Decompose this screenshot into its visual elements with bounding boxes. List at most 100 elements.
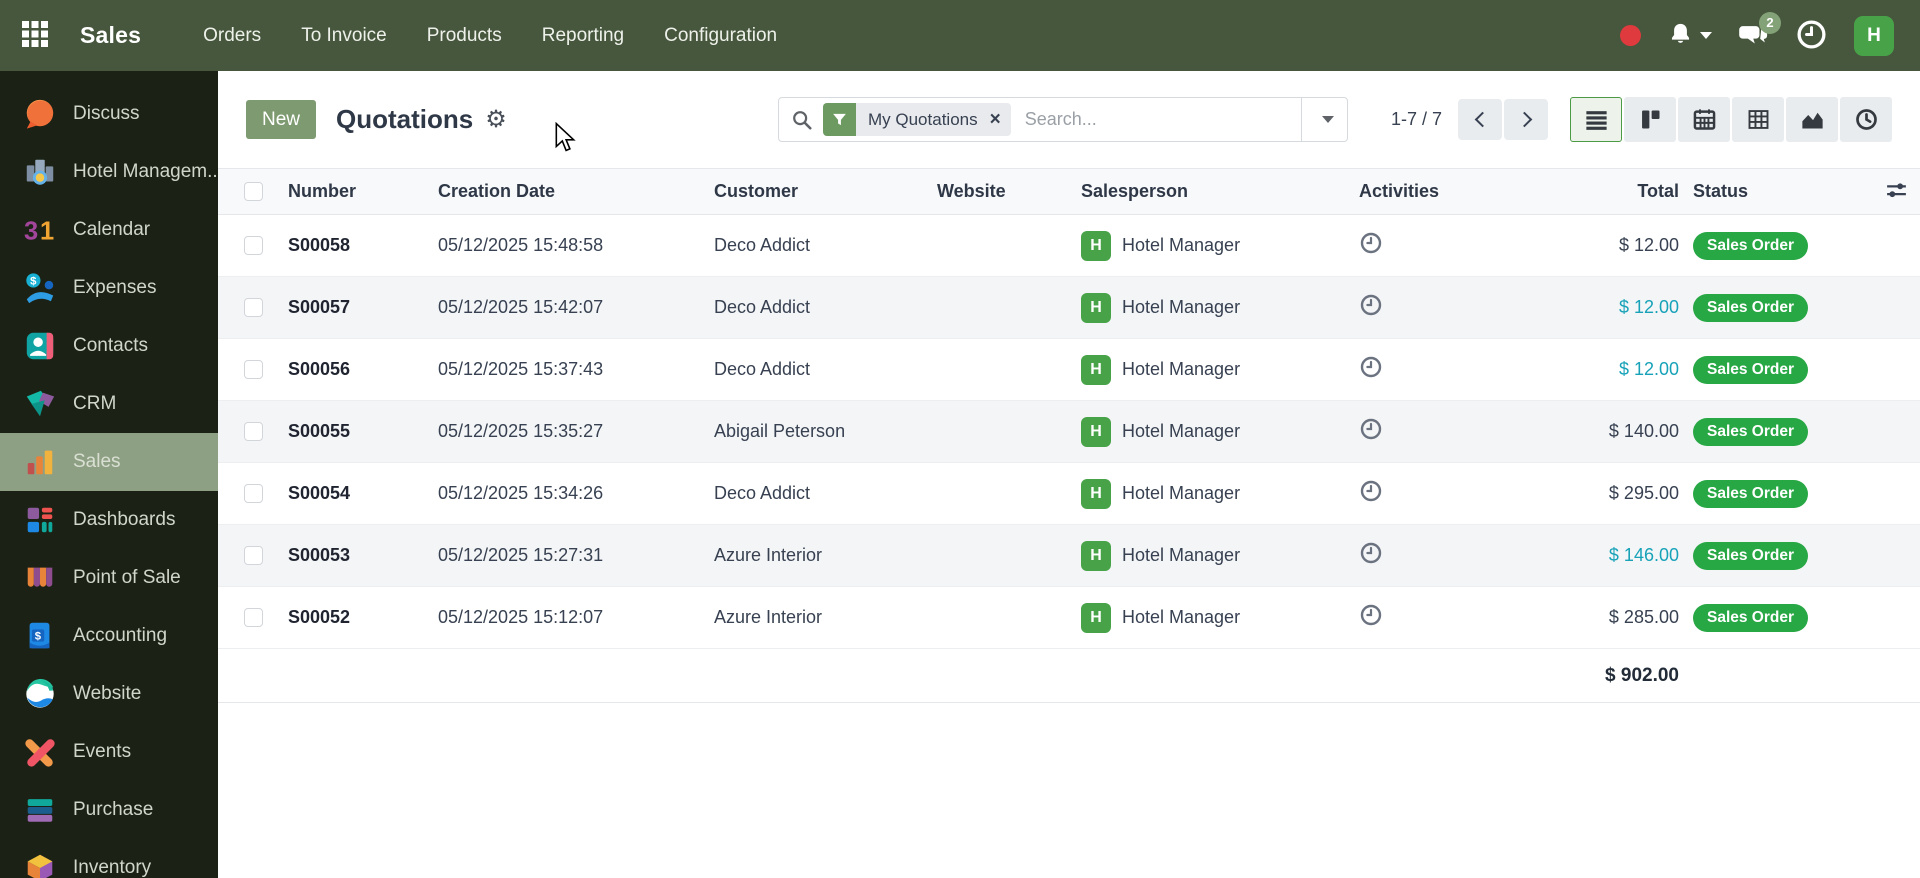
- view-switcher: [1570, 97, 1892, 142]
- status-badge: Sales Order: [1693, 541, 1809, 570]
- website-cell: [937, 587, 1081, 648]
- sidebar-item-dashboards[interactable]: Dashboards: [0, 491, 218, 549]
- table-row[interactable]: S00054 05/12/2025 15:34:26 Deco Addict H…: [218, 463, 1920, 525]
- schedule-activity-clock-icon[interactable]: [1359, 293, 1383, 322]
- pager-previous-button[interactable]: [1458, 99, 1502, 140]
- table-row[interactable]: S00052 05/12/2025 15:12:07 Azure Interio…: [218, 587, 1920, 649]
- row-checkbox[interactable]: [244, 546, 263, 565]
- sidebar-item-discuss[interactable]: Discuss: [0, 85, 218, 143]
- expenses-icon: $: [22, 270, 58, 306]
- sidebar-item-contacts[interactable]: Contacts: [0, 317, 218, 375]
- sidebar-item-accounting[interactable]: $ Accounting: [0, 607, 218, 665]
- notifications-button[interactable]: [1667, 21, 1712, 51]
- schedule-activity-clock-icon[interactable]: [1359, 603, 1383, 632]
- column-header-number[interactable]: Number: [288, 181, 438, 202]
- website-icon: [22, 676, 58, 712]
- column-header-activities[interactable]: Activities: [1347, 181, 1497, 202]
- sidebar-item-hotel-managem[interactable]: Hotel Managem...: [0, 143, 218, 201]
- status-badge: Sales Order: [1693, 231, 1809, 260]
- sidebar-item-purchase[interactable]: Purchase: [0, 781, 218, 839]
- schedule-activity-clock-icon[interactable]: [1359, 231, 1383, 260]
- menu-reporting[interactable]: Reporting: [528, 17, 638, 55]
- filter-facet[interactable]: My Quotations ×: [823, 103, 1011, 136]
- table-row[interactable]: S00053 05/12/2025 15:27:31 Azure Interio…: [218, 525, 1920, 587]
- messages-button[interactable]: 2: [1738, 11, 1781, 52]
- select-all-checkbox[interactable]: [244, 182, 263, 201]
- column-header-status[interactable]: Status: [1679, 181, 1873, 202]
- menu-configuration[interactable]: Configuration: [650, 17, 791, 55]
- total-amount: $ 140.00: [1608, 421, 1679, 441]
- website-cell: [937, 277, 1081, 338]
- optional-columns-button[interactable]: [1884, 178, 1909, 206]
- total-amount: $ 146.00: [1608, 545, 1679, 565]
- menu-orders[interactable]: Orders: [189, 17, 275, 55]
- events-icon: [22, 734, 58, 770]
- remove-filter-button[interactable]: ×: [988, 110, 1011, 129]
- salesperson-avatar: H: [1081, 540, 1111, 571]
- new-button[interactable]: New: [246, 100, 316, 139]
- gear-icon[interactable]: ⚙: [485, 107, 507, 132]
- svg-text:3: 3: [24, 217, 38, 245]
- sidebar-item-events[interactable]: Events: [0, 723, 218, 781]
- pager-next-button[interactable]: [1504, 99, 1548, 140]
- salesperson-name: Hotel Manager: [1122, 297, 1241, 317]
- schedule-activity-clock-icon[interactable]: [1359, 417, 1383, 446]
- sidebar-item-crm[interactable]: CRM: [0, 375, 218, 433]
- row-checkbox[interactable]: [244, 484, 263, 503]
- column-header-customer[interactable]: Customer: [714, 181, 937, 202]
- pivot-view-button[interactable]: [1732, 97, 1784, 142]
- calendar-view-button[interactable]: [1678, 97, 1730, 142]
- user-avatar[interactable]: H: [1854, 15, 1894, 56]
- column-header-creation-date[interactable]: Creation Date: [438, 181, 714, 202]
- search-bar[interactable]: My Quotations ×: [778, 97, 1348, 142]
- search-options-toggle[interactable]: [1301, 98, 1347, 141]
- column-header-salesperson[interactable]: Salesperson: [1081, 181, 1347, 202]
- sidebar-item-inventory[interactable]: Inventory: [0, 839, 218, 878]
- salesperson-avatar: H: [1081, 416, 1111, 447]
- row-checkbox[interactable]: [244, 422, 263, 441]
- salesperson-avatar: H: [1081, 478, 1111, 509]
- table-row[interactable]: S00055 05/12/2025 15:35:27 Abigail Peter…: [218, 401, 1920, 463]
- column-header-total[interactable]: Total: [1497, 181, 1679, 202]
- sidebar-item-website[interactable]: Website: [0, 665, 218, 723]
- customer-name: Abigail Peterson: [714, 421, 846, 441]
- quotation-number: S00055: [288, 421, 351, 441]
- row-checkbox[interactable]: [244, 608, 263, 627]
- app-menus: Orders To Invoice Products Reporting Con…: [189, 17, 791, 55]
- kanban-view-button[interactable]: [1624, 97, 1676, 142]
- column-header-website[interactable]: Website: [937, 181, 1081, 202]
- list-view-button[interactable]: [1570, 97, 1622, 142]
- sidebar-item-expenses[interactable]: $ Expenses: [0, 259, 218, 317]
- total-amount: $ 12.00: [1618, 235, 1679, 255]
- table-footer-row: $ 902.00: [218, 649, 1920, 703]
- sidebar-item-sales[interactable]: Sales: [0, 433, 218, 491]
- schedule-activity-clock-icon[interactable]: [1359, 355, 1383, 384]
- table-row[interactable]: S00057 05/12/2025 15:42:07 Deco Addict H…: [218, 277, 1920, 339]
- row-checkbox[interactable]: [244, 236, 263, 255]
- schedule-activity-clock-icon[interactable]: [1359, 479, 1383, 508]
- salesperson-name: Hotel Manager: [1122, 235, 1241, 255]
- row-checkbox[interactable]: [244, 360, 263, 379]
- table-body: S00058 05/12/2025 15:48:58 Deco Addict H…: [218, 215, 1920, 649]
- search-input[interactable]: [1010, 109, 1301, 130]
- menu-to-invoice[interactable]: To Invoice: [287, 17, 401, 55]
- contacts-icon: [22, 328, 58, 364]
- schedule-activity-clock-icon[interactable]: [1359, 541, 1383, 570]
- quotation-number: S00054: [288, 483, 351, 503]
- table-row[interactable]: S00058 05/12/2025 15:48:58 Deco Addict H…: [218, 215, 1920, 277]
- apps-menu-button[interactable]: [0, 0, 70, 71]
- filter-funnel-icon: [823, 103, 856, 136]
- activity-view-button[interactable]: [1840, 97, 1892, 142]
- customer-name: Deco Addict: [714, 359, 811, 379]
- graph-view-button[interactable]: [1786, 97, 1838, 142]
- row-checkbox[interactable]: [244, 298, 263, 317]
- table-row[interactable]: S00056 05/12/2025 15:37:43 Deco Addict H…: [218, 339, 1920, 401]
- bell-icon: [1667, 21, 1694, 51]
- customer-name: Deco Addict: [714, 297, 811, 317]
- sidebar-item-calendar[interactable]: 31 Calendar: [0, 201, 218, 259]
- total-amount: $ 12.00: [1618, 359, 1679, 379]
- sidebar-item-point-of-sale[interactable]: Point of Sale: [0, 549, 218, 607]
- menu-products[interactable]: Products: [413, 17, 516, 55]
- activities-systray-button[interactable]: [1795, 18, 1828, 54]
- inventory-icon: [22, 850, 58, 878]
